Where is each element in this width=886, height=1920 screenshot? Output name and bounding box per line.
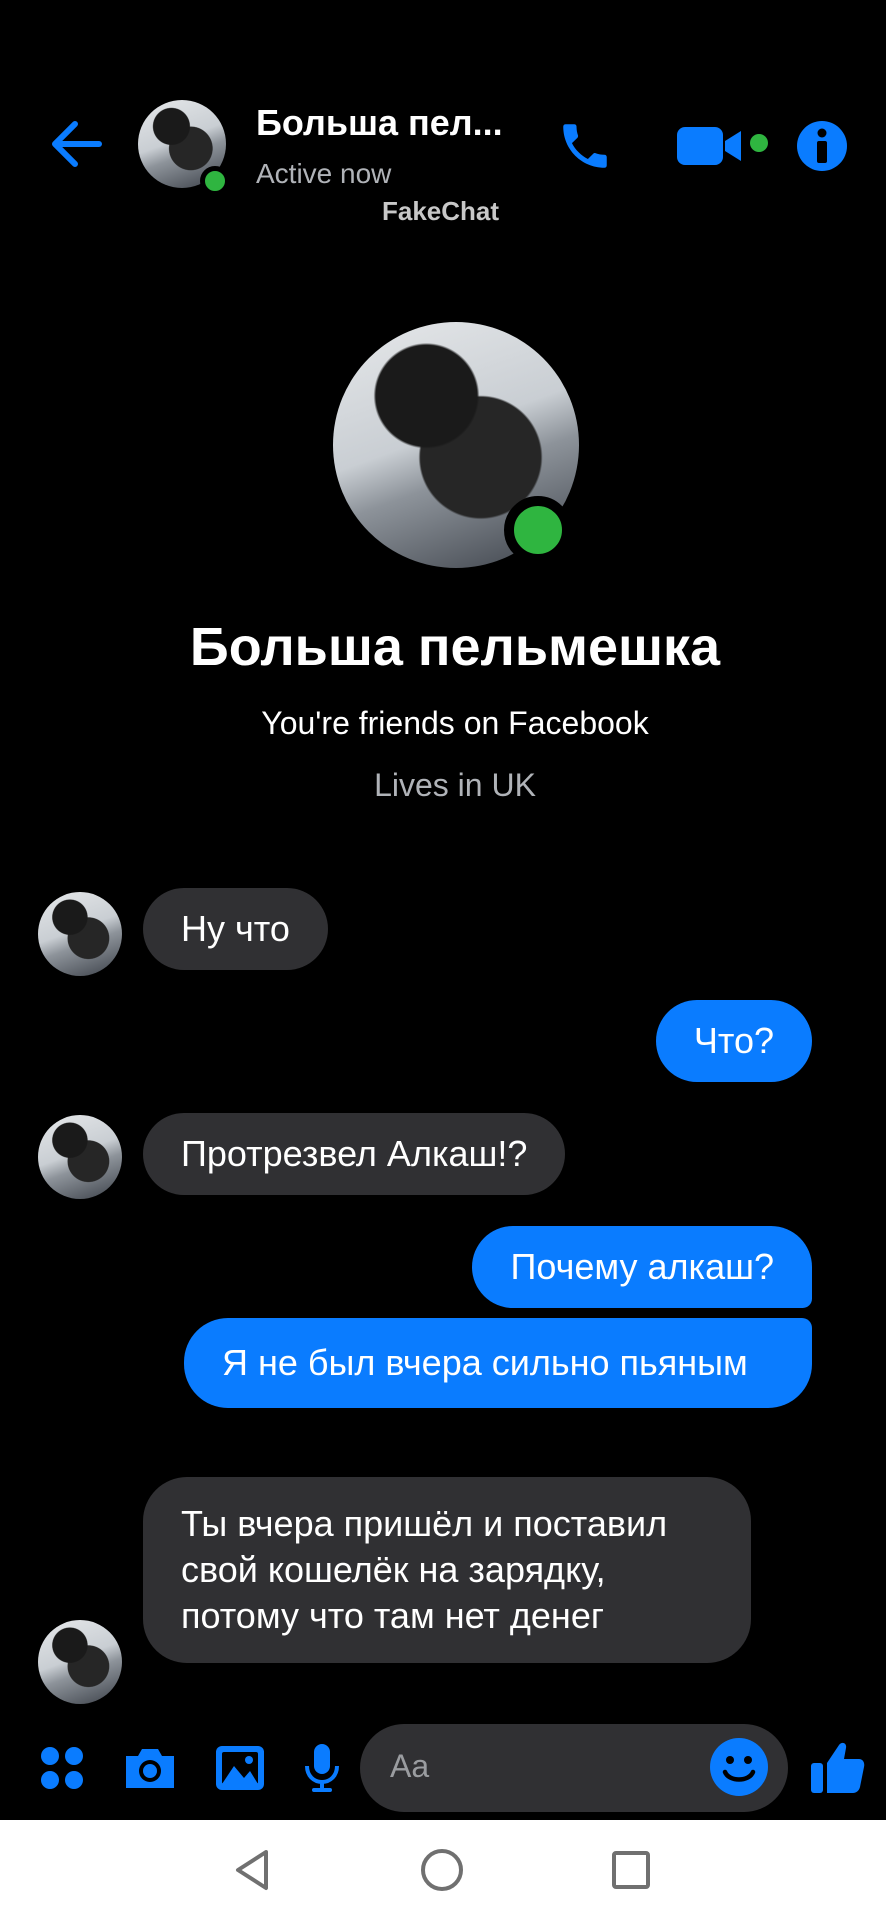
video-camera-icon: [677, 127, 768, 165]
nav-back-button[interactable]: [225, 1842, 281, 1898]
emoji-icon: [710, 1738, 768, 1796]
contact-name[interactable]: Больша пел...: [256, 102, 516, 144]
like-button[interactable]: [806, 1736, 870, 1800]
chat-header: Больша пел... Active now FakeChat: [0, 90, 886, 250]
sender-avatar[interactable]: [38, 1620, 122, 1704]
contact-avatar[interactable]: [138, 100, 230, 196]
avatar-photo: [38, 892, 122, 976]
avatar-photo: [38, 1115, 122, 1199]
message-bubble-incoming[interactable]: Ты вчера пришёл и поставил свой кошелёк …: [143, 1477, 751, 1663]
triangle-back-icon: [236, 1850, 268, 1890]
call-button[interactable]: [550, 114, 620, 178]
circle-home-icon: [421, 1849, 463, 1891]
chat-screen: Больша пел... Active now FakeChat Больша…: [0, 0, 886, 1820]
friends-status: You're friends on Facebook: [261, 705, 649, 741]
active-status: Active now: [256, 158, 392, 189]
avatar-photo: [38, 1620, 122, 1704]
nav-recents-button[interactable]: [603, 1842, 659, 1898]
message-input-placeholder: Aa: [390, 1748, 430, 1784]
message-bubble-outgoing[interactable]: Что?: [655, 1000, 812, 1082]
back-button[interactable]: [44, 112, 108, 176]
video-call-button[interactable]: [668, 114, 778, 178]
message-bubble-outgoing[interactable]: Почему алкаш?: [472, 1226, 812, 1308]
message-bubble-incoming[interactable]: Протрезвел Алкаш!?: [143, 1113, 566, 1195]
sender-avatar[interactable]: [38, 1115, 122, 1199]
microphone-icon: [305, 1744, 339, 1792]
message-bubble-incoming[interactable]: Ну что: [143, 888, 328, 970]
system-nav-bar: [0, 1820, 886, 1920]
profile-online-indicator: [504, 496, 572, 564]
square-recents-icon: [612, 1851, 650, 1889]
gallery-icon: [216, 1746, 264, 1790]
location-text: Lives in UK: [374, 767, 536, 803]
sender-avatar[interactable]: [38, 892, 122, 976]
online-indicator: [200, 166, 230, 196]
gallery-button[interactable]: [210, 1736, 270, 1800]
camera-button[interactable]: [120, 1736, 180, 1800]
nav-home-button[interactable]: [414, 1842, 470, 1898]
arrow-left-icon: [52, 121, 102, 167]
microphone-button[interactable]: [298, 1736, 346, 1800]
profile-name: Больша пельмешка: [189, 617, 721, 677]
thumbs-up-icon: [811, 1742, 865, 1793]
message-input[interactable]: Aa: [360, 1724, 788, 1812]
watermark: FakeChat: [382, 196, 500, 226]
info-icon: [797, 121, 847, 171]
phone-icon: [563, 124, 607, 168]
apps-icon: [41, 1747, 83, 1789]
apps-button[interactable]: [34, 1736, 90, 1800]
emoji-button[interactable]: [708, 1736, 770, 1798]
info-button[interactable]: [792, 114, 852, 178]
camera-icon: [126, 1749, 174, 1788]
message-bubble-outgoing[interactable]: Я не был вчера сильно пьяным: [184, 1318, 812, 1408]
message-composer: Aa: [0, 1718, 886, 1818]
